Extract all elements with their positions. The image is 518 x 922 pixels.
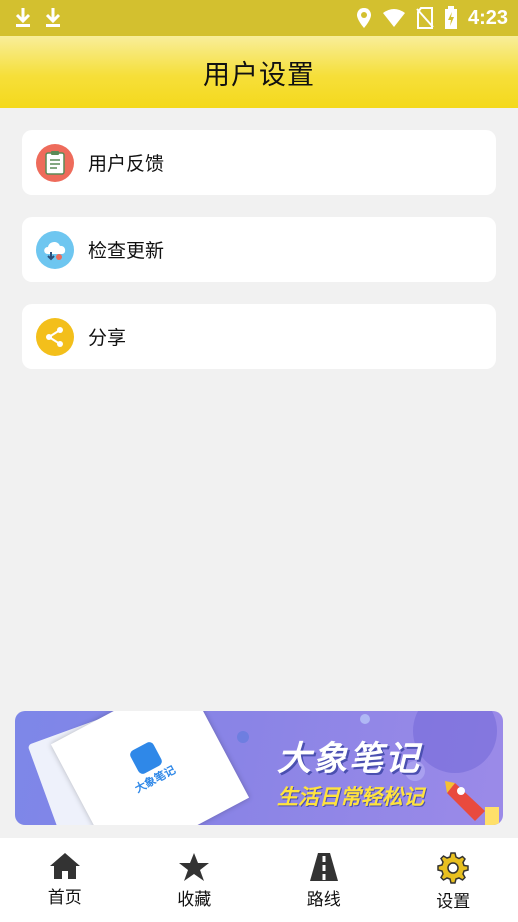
status-left-icons <box>14 6 62 28</box>
settings-item-check-update[interactable]: 检查更新 <box>22 217 496 282</box>
promo-banner[interactable]: 大象笔记 大象笔记 生活日常轻松记 <box>15 711 503 825</box>
settings-item-label: 检查更新 <box>88 240 165 262</box>
bottom-nav: 首页 收藏 路线 设置 <box>0 838 518 922</box>
nav-item-favorites[interactable]: 收藏 <box>130 838 260 922</box>
banner-subtitle: 生活日常轻松记 <box>277 785 424 809</box>
feedback-clipboard-icon <box>36 143 74 182</box>
nav-label: 设置 <box>436 892 471 912</box>
status-bar: 4:23 <box>0 0 518 36</box>
home-icon <box>49 853 80 879</box>
status-time: 4:23 <box>467 6 508 29</box>
nav-item-home[interactable]: 首页 <box>0 838 130 922</box>
banner-title: 大象笔记 <box>277 739 421 779</box>
no-sim-icon <box>416 7 434 29</box>
settings-item-label: 用户反馈 <box>88 153 165 175</box>
location-icon <box>356 8 371 28</box>
nav-label: 收藏 <box>177 890 212 910</box>
download-icon <box>45 8 61 27</box>
page-title: 用户设置 <box>203 59 315 91</box>
wifi-icon <box>382 9 405 27</box>
settings-item-label: 分享 <box>88 327 127 349</box>
nav-label: 首页 <box>47 888 82 908</box>
settings-item-share[interactable]: 分享 <box>22 304 496 369</box>
status-right-icons: 4:23 <box>356 6 508 30</box>
cloud-download-icon <box>36 230 74 269</box>
nav-item-settings[interactable]: 设置 <box>389 838 518 922</box>
nav-item-routes[interactable]: 路线 <box>259 838 389 922</box>
share-icon <box>36 317 74 356</box>
battery-charging-icon <box>444 6 457 29</box>
download-icon <box>15 8 31 27</box>
road-icon <box>309 853 338 881</box>
nav-label: 路线 <box>306 890 341 910</box>
app-header: 用户设置 <box>0 36 518 108</box>
gear-icon <box>437 852 469 884</box>
star-icon <box>179 853 210 881</box>
settings-item-feedback[interactable]: 用户反馈 <box>22 130 496 195</box>
